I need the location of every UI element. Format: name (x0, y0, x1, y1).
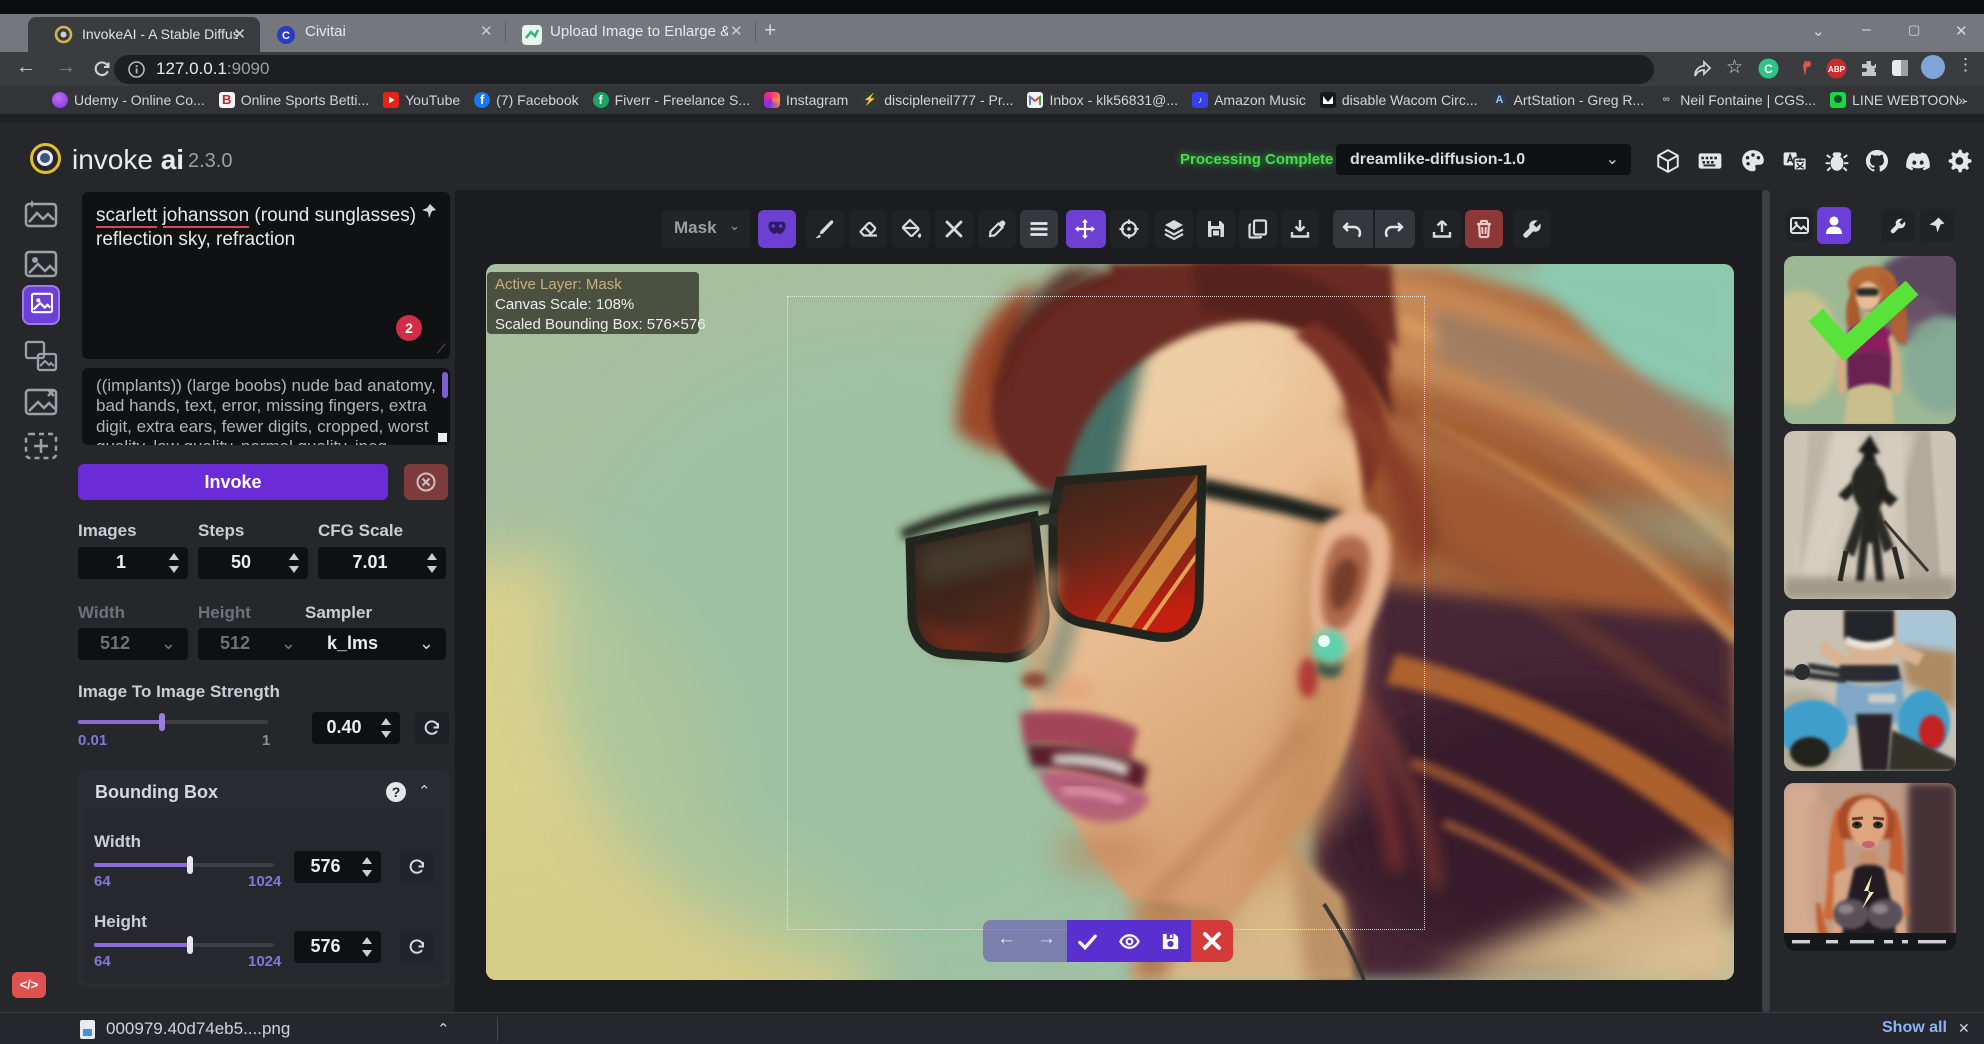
svg-text:C: C (282, 30, 290, 42)
svg-text:ABP: ABP (1828, 65, 1846, 74)
svg-text:C: C (1764, 62, 1773, 76)
